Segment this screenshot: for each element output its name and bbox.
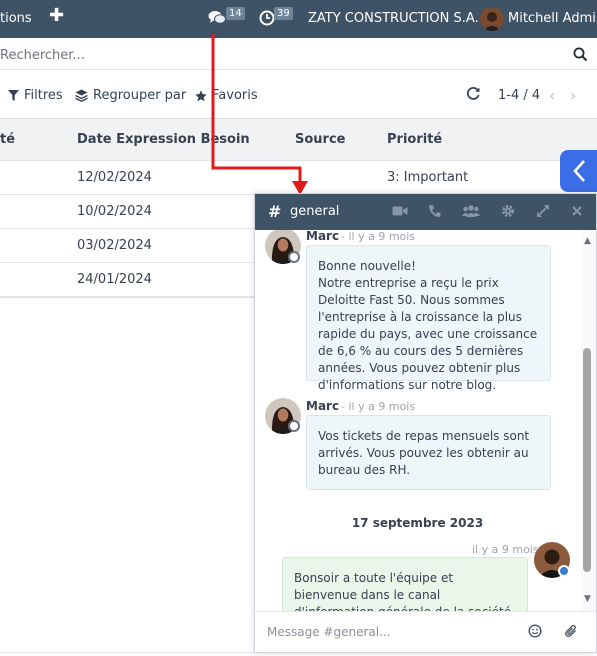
message-bubble: Bonsoir a toute l'équipe et bienvenue da… bbox=[282, 557, 528, 611]
cell-priority: 3: Important bbox=[387, 170, 469, 185]
plus-icon[interactable]: ✚ bbox=[49, 5, 64, 26]
cell-date: 12/02/2024 bbox=[77, 170, 152, 185]
chat-header[interactable]: # general bbox=[255, 194, 596, 230]
message-text: Bonne nouvelle! Notre entreprise a reçu … bbox=[318, 259, 538, 392]
filter-icon bbox=[8, 90, 19, 101]
activities-count-badge: 39 bbox=[274, 7, 293, 20]
chat-window: # general Marc - il y a 9 mois Bonne nou… bbox=[254, 193, 597, 653]
group-by-label: Regrouper par bbox=[93, 88, 187, 103]
column-header-partial[interactable]: té bbox=[0, 132, 15, 147]
annotation-arrow bbox=[211, 34, 308, 195]
app-menu-label[interactable]: tions bbox=[0, 11, 32, 26]
filters-label: Filtres bbox=[24, 88, 63, 103]
message-author[interactable]: Marc bbox=[306, 230, 339, 243]
message-time: - il y a 9 mois bbox=[341, 230, 416, 243]
chat-title[interactable]: general bbox=[290, 204, 339, 219]
presence-status-icon bbox=[288, 251, 300, 263]
chat-thread[interactable]: Marc - il y a 9 mois Bonne nouvelle! Not… bbox=[255, 230, 596, 611]
pager-value[interactable]: 1-4 / 4 bbox=[498, 88, 540, 103]
clock-icon[interactable] bbox=[259, 10, 275, 30]
message-author[interactable]: Marc bbox=[306, 399, 339, 413]
expand-icon[interactable] bbox=[536, 204, 550, 222]
scroll-up-icon[interactable]: ▲ bbox=[584, 236, 591, 246]
cell-date: 03/02/2024 bbox=[77, 238, 152, 253]
message-time: - il y a 9 mois bbox=[341, 400, 416, 413]
chat-bubbles-icon[interactable] bbox=[208, 10, 226, 30]
gear-icon[interactable] bbox=[501, 204, 515, 222]
smiley-icon[interactable] bbox=[528, 624, 542, 642]
cell-date: 24/01/2024 bbox=[77, 272, 152, 287]
message-composer bbox=[255, 611, 596, 652]
layers-icon bbox=[75, 89, 88, 102]
paperclip-icon[interactable] bbox=[564, 624, 578, 642]
presence-status-icon bbox=[288, 420, 300, 432]
top-navbar: tions ✚ 14 39 ZATY CONSTRUCTION S.A. Mit… bbox=[0, 0, 597, 38]
scrollbar-thumb[interactable] bbox=[583, 348, 591, 572]
column-header-priority[interactable]: Priorité bbox=[387, 132, 442, 147]
hash-icon: # bbox=[268, 202, 282, 221]
company-switcher[interactable]: ZATY CONSTRUCTION S.A. bbox=[308, 11, 479, 26]
chevron-left-icon bbox=[573, 160, 585, 182]
magnifier-icon[interactable] bbox=[573, 47, 588, 66]
group-by-button[interactable]: Regrouper par bbox=[75, 88, 186, 103]
messages-count-badge: 14 bbox=[226, 7, 245, 20]
users-icon[interactable] bbox=[462, 204, 480, 222]
message-text: Vos tickets de repas mensuels sont arriv… bbox=[318, 429, 530, 477]
side-panel-toggle[interactable] bbox=[560, 150, 597, 192]
chevron-left-icon[interactable]: ‹ bbox=[549, 86, 555, 105]
presence-status-icon bbox=[558, 565, 570, 577]
video-camera-icon[interactable] bbox=[392, 204, 408, 222]
filters-button[interactable]: Filtres bbox=[8, 88, 63, 103]
message-input[interactable] bbox=[267, 622, 517, 642]
cell-date: 10/02/2024 bbox=[77, 204, 152, 219]
message-bubble: Bonne nouvelle! Notre entreprise a reçu … bbox=[306, 245, 551, 392]
message-bubble: Vos tickets de repas mensuels sont arriv… bbox=[306, 415, 551, 490]
chevron-right-icon[interactable]: › bbox=[570, 86, 576, 105]
date-separator: 17 septembre 2023 bbox=[351, 516, 484, 530]
user-menu[interactable]: Mitchell Admin bbox=[508, 11, 597, 26]
message-time: il y a 9 mois bbox=[472, 543, 539, 556]
phone-icon[interactable] bbox=[428, 204, 441, 222]
close-icon[interactable] bbox=[571, 204, 583, 222]
scroll-down-icon[interactable]: ▼ bbox=[584, 594, 591, 604]
message-text: Bonsoir a toute l'équipe et bienvenue da… bbox=[294, 571, 511, 611]
user-avatar[interactable] bbox=[480, 7, 504, 31]
refresh-icon[interactable] bbox=[466, 86, 481, 105]
